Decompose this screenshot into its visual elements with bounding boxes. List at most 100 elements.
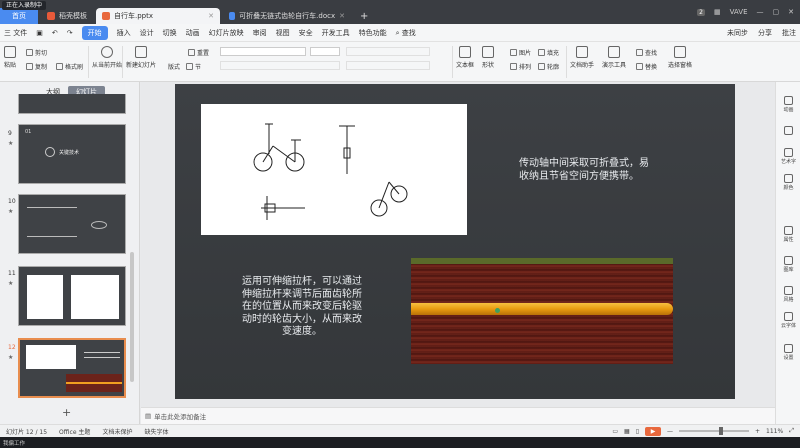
notes-icon: ▤ <box>145 412 152 420</box>
protect-status[interactable]: 文档未保护 <box>102 427 132 436</box>
cut-button[interactable]: 剪切 <box>26 48 47 57</box>
menu-review[interactable]: 审阅 <box>253 28 267 38</box>
search-menu[interactable]: ⌕ 查找 <box>396 28 416 38</box>
doc-assistant-button[interactable]: 文档助手 <box>570 46 594 69</box>
sidebar-wordart[interactable]: 艺术字 <box>776 148 800 165</box>
menu-features[interactable]: 特色功能 <box>359 28 387 38</box>
user-name[interactable]: VAVE <box>730 8 748 16</box>
tab-home[interactable]: 首页 <box>0 8 38 24</box>
paragraph-tools[interactable] <box>346 47 430 56</box>
font-name-field[interactable] <box>220 47 306 56</box>
outline-button[interactable]: 轮廓 <box>538 62 559 71</box>
maximize-icon[interactable]: ▢ <box>773 8 780 16</box>
reset-button[interactable]: 重置 <box>188 48 209 57</box>
view-normal-icon[interactable]: ▭ <box>612 428 618 435</box>
arrange-button[interactable]: 排列 <box>510 62 531 71</box>
menu-file[interactable]: 三 文件 <box>4 28 27 38</box>
view-sorter-icon[interactable]: ▦ <box>624 428 630 435</box>
menu-security[interactable]: 安全 <box>299 28 313 38</box>
sync-status[interactable]: 未同步 <box>727 28 748 38</box>
minimize-icon[interactable]: — <box>757 8 764 16</box>
slide-thumb-12[interactable] <box>18 338 126 398</box>
menu-animation[interactable]: 动画 <box>186 28 200 38</box>
textbox-button[interactable]: 文本框 <box>456 46 474 69</box>
share-button[interactable]: 分享 <box>758 28 772 38</box>
sidebar-settings[interactable]: 设置 <box>776 344 800 361</box>
font-size-field[interactable] <box>310 47 340 56</box>
shape-button[interactable]: 形状 <box>482 46 494 69</box>
missing-font-status[interactable]: 缺失字体 <box>144 427 168 436</box>
sidebar-animation[interactable]: 动画 <box>776 96 800 113</box>
find-button[interactable]: 查找 <box>636 48 657 57</box>
slide-thumb-10[interactable] <box>18 194 126 254</box>
slide-12[interactable]: 传动轴中间采取可折叠式，易收纳且节省空间方便携带。 运用可伸缩拉杆，可以通过伸缩… <box>175 84 735 399</box>
copy-button[interactable]: 复制 <box>26 62 47 71</box>
theme-name[interactable]: Office 主题 <box>59 427 90 436</box>
picture-button[interactable]: 图片 <box>510 48 531 57</box>
slide-thumb-9[interactable]: 01 关键技术 <box>18 124 126 184</box>
section-button[interactable]: 节 <box>186 62 201 71</box>
bike-sketch-image[interactable] <box>201 104 467 235</box>
layout-button[interactable]: 版式 <box>168 62 180 71</box>
tab-docer[interactable]: 稻壳模板 <box>41 8 93 24</box>
panel-scrollbar[interactable] <box>130 252 134 382</box>
sidebar-color[interactable]: 颜色 <box>776 174 800 191</box>
telescopic-rod-image[interactable] <box>411 258 673 364</box>
slide-thumb-prev[interactable] <box>18 94 126 114</box>
play-from-current-button[interactable]: 从当前开始 <box>92 46 122 69</box>
close-icon[interactable]: ✕ <box>208 12 214 20</box>
sidebar-cloudfont[interactable]: 云字体 <box>776 312 800 329</box>
menu-transition[interactable]: 切换 <box>163 28 177 38</box>
view-reading-icon[interactable]: ▯ <box>636 428 639 435</box>
zoom-in-icon[interactable]: + <box>755 428 760 435</box>
save-icon[interactable]: ▣ <box>36 29 43 37</box>
font-format-row[interactable] <box>220 61 340 70</box>
arrange-icon <box>510 63 517 70</box>
play-icon <box>101 46 113 58</box>
picture-icon <box>510 49 517 56</box>
slide-number-current: 12 <box>8 344 16 351</box>
zoom-slider[interactable] <box>679 427 749 435</box>
close-icon[interactable]: ✕ <box>339 12 345 20</box>
sidebar-extra[interactable] <box>776 126 800 136</box>
fill-button[interactable]: 填充 <box>538 48 559 57</box>
notes-bar[interactable]: ▤ 单击此处添加备注 <box>141 407 775 424</box>
menu-slideshow[interactable]: 幻灯片放映 <box>209 28 244 38</box>
fit-window-icon[interactable]: ⤢ <box>789 427 794 435</box>
window-count-badge[interactable]: 2 <box>697 8 705 16</box>
sidebar-properties[interactable]: 属性 <box>776 226 800 243</box>
rod-top-edge <box>411 258 673 264</box>
menu-design[interactable]: 设计 <box>140 28 154 38</box>
close-window-icon[interactable]: ✕ <box>788 8 794 16</box>
align-tools[interactable] <box>346 61 430 70</box>
new-tab-button[interactable]: + <box>354 8 374 24</box>
rod-marker <box>495 308 500 313</box>
zoom-level[interactable]: 111% <box>766 428 783 435</box>
properties-icon <box>784 226 793 235</box>
slide-text-telescopic[interactable]: 运用可伸缩拉杆，可以通过伸缩拉杆来调节后面齿轮所在的位置从而来改变后轮驱动时的轮… <box>239 276 365 339</box>
menu-insert[interactable]: 插入 <box>117 28 131 38</box>
paste-button[interactable]: 粘贴 <box>4 46 16 69</box>
comment-button[interactable]: 批注 <box>782 28 796 38</box>
new-slide-button[interactable]: 新建幻灯片 <box>126 46 156 69</box>
grid-icon[interactable]: ▦ <box>714 8 721 16</box>
slide-number: 11 <box>8 270 16 277</box>
zoom-out-icon[interactable]: — <box>667 428 673 435</box>
tab-docx[interactable]: 可折叠无链式齿轮自行车.docx ✕ <box>223 8 351 24</box>
format-painter-button[interactable]: 格式刷 <box>56 62 83 71</box>
undo-icon[interactable]: ↶ <box>52 29 58 37</box>
redo-icon[interactable]: ↷ <box>67 29 73 37</box>
selection-pane-button[interactable]: 选择窗格 <box>668 46 692 69</box>
tab-pptx[interactable]: 自行车.pptx ✕ <box>96 8 220 24</box>
sidebar-gallery[interactable]: 图库 <box>776 256 800 273</box>
menu-devtools[interactable]: 开发工具 <box>322 28 350 38</box>
sidebar-style[interactable]: 风格 <box>776 286 800 303</box>
add-slide-button[interactable]: + <box>62 406 71 419</box>
presentation-tools-button[interactable]: 演示工具 <box>602 46 626 69</box>
menu-home[interactable]: 开始 <box>81 25 108 40</box>
slideshow-play-button[interactable]: ▶ <box>645 426 661 436</box>
slide-text-folding[interactable]: 传动轴中间采取可折叠式，易收纳且节省空间方便携带。 <box>519 158 653 183</box>
slide-thumb-11[interactable] <box>18 266 126 326</box>
replace-button[interactable]: 替换 <box>636 62 657 71</box>
menu-view[interactable]: 视图 <box>276 28 290 38</box>
